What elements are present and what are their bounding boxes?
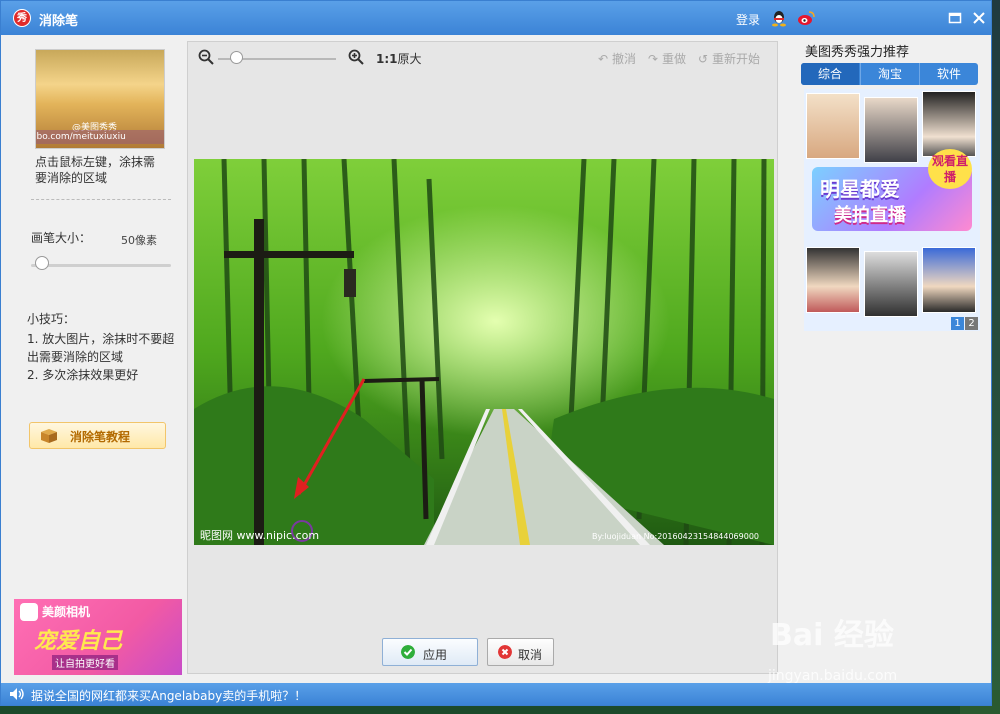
ad-pager: 12 [950,315,978,330]
avatar [922,247,976,313]
undo-label: 撤消 [612,52,637,66]
reset-icon: ↺ [698,52,709,66]
speaker-icon [10,688,24,700]
live-stream-ad[interactable]: 明星都爱 美拍直播 观看直播 12 [804,89,980,331]
eraser-dialog: 秀 消除笔 登录 @美图秀秀 ibo.com/meituxiuxiu 点击鼠标左… [0,0,992,706]
avatar [922,91,976,157]
tutorial-button-label: 消除笔教程 [70,430,131,444]
tip-item: 2. 多次涂抹效果更好 [27,368,139,382]
reset-label: 重新开始 [712,52,761,66]
app-logo-icon: 秀 [13,9,31,27]
redo-icon: ↷ [648,52,659,66]
ad-subtitle: 让自拍更好看 [52,655,118,670]
check-icon [401,645,415,659]
watch-live-badge: 观看直播 [928,149,972,189]
recommend-tabs: 综合 淘宝 软件 [801,63,978,85]
brush-size-slider-knob[interactable] [35,256,49,270]
tab-software[interactable]: 软件 [919,63,978,85]
avatar [806,247,860,313]
zoom-slider-knob[interactable] [230,51,243,64]
zoom-out-icon[interactable] [198,49,214,65]
divider [31,199,171,200]
status-bar: 据说全国的网红都来买Angelababy卖的手机啦？！ [1,683,991,705]
news-ticker[interactable]: 据说全国的网红都来买Angelababy卖的手机啦？！ [31,687,306,704]
baidu-jingyan-watermark: Bai 经验 [770,618,894,653]
avatar [806,93,860,159]
ad-slogan: 宠爱自己 [34,629,123,654]
apply-button[interactable]: 应用 [382,638,478,666]
undo-button[interactable]: ↶ 撤消 [598,50,636,67]
avatar [864,251,918,317]
brush-size-label: 画笔大小： [31,231,92,245]
brush-size-slider[interactable] [31,264,171,267]
tutorial-box-icon [41,429,57,443]
ad-brand: 美颜相机 [42,605,91,619]
tab-taobao[interactable]: 淘宝 [860,63,919,85]
reset-button[interactable]: ↺ 重新开始 [698,50,760,67]
weibo-icon[interactable] [797,10,815,26]
actual-size-label: 原大 [397,52,422,66]
bamboo-road-image: 昵图网 www.nipic.com By:luojiduan No:201604… [194,159,774,545]
tips-title: 小技巧： [27,312,76,326]
beauty-camera-ad[interactable]: 美颜相机 宠爱自己 让自拍更好看 [14,599,182,675]
pager-page-1[interactable]: 1 [951,317,964,330]
window-title: 消除笔 [39,14,79,29]
banner-line-2: 美拍直播 [834,205,906,226]
canvas-toolbar: 1:1原大 ↶ 撤消 ↷ 重做 ↺ 重新开始 [188,42,777,74]
undo-icon: ↶ [598,52,609,66]
actual-size-ratio: 1:1 [376,52,398,66]
photo-watermark: 昵图网 www.nipic.com [200,529,319,542]
avatar [864,97,918,163]
redo-label: 重做 [662,52,687,66]
recommend-title: 美图秀秀强力推荐 [805,45,910,60]
tip-item: 1. 放大图片，涂抹时不要超出需要消除的区域 [27,332,175,364]
redo-button[interactable]: ↷ 重做 [648,50,686,67]
photo-id: By:luojiduan No:20160423154844069000 [592,532,759,541]
pager-page-2[interactable]: 2 [965,317,978,330]
login-link[interactable]: 登录 [736,11,760,28]
banner-line-1: 明星都爱 [820,177,900,201]
title-bar: 秀 消除笔 登录 [1,1,991,35]
apply-button-label: 应用 [423,648,448,662]
tips-list: 1. 放大图片，涂抹时不要超出需要消除的区域 2. 多次涂抹效果更好 [27,330,177,384]
actual-size-button[interactable]: 1:1原大 [376,50,422,67]
qq-icon[interactable] [771,9,787,27]
cancel-button[interactable]: 取消 [487,638,554,666]
baidu-jingyan-url: jingyan.baidu.com [768,668,898,684]
left-panel: @美图秀秀 ibo.com/meituxiuxiu 点击鼠标左键，涂抹需要消除的… [9,37,184,677]
cancel-icon [498,645,512,659]
recommend-panel: 美图秀秀强力推荐 综合 淘宝 软件 明星都爱 美拍直播 观看直播 12 [797,37,981,677]
tutorial-button[interactable]: 消除笔教程 [29,422,166,449]
photo-thumbnail: @美图秀秀 ibo.com/meituxiuxiu [35,49,165,149]
cancel-button-label: 取消 [518,648,543,662]
usage-hint: 点击鼠标左键，涂抹需要消除的区域 [35,155,156,185]
maximize-icon[interactable] [947,10,963,26]
zoom-in-icon[interactable] [348,49,364,65]
tab-general[interactable]: 综合 [801,63,859,85]
brush-size-value: 50像素 [121,234,157,247]
canvas-panel: 1:1原大 ↶ 撤消 ↷ 重做 ↺ 重新开始 昵图网 www.nipic.com… [187,41,778,674]
thumbnail-watermark: ibo.com/meituxiuxiu [36,130,164,144]
close-icon[interactable] [971,10,987,26]
edit-canvas-photo[interactable]: 昵图网 www.nipic.com By:luojiduan No:201604… [194,159,774,545]
beauty-camera-logo-icon [20,603,38,621]
